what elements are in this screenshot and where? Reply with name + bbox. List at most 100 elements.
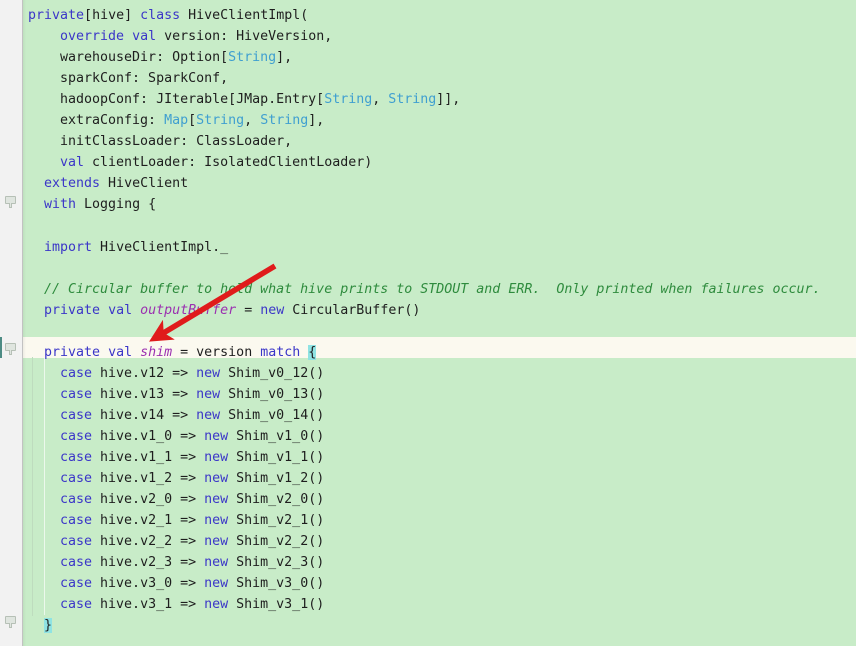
code-token: hive.v1_2 => bbox=[92, 471, 205, 486]
code-token: extends bbox=[44, 176, 101, 191]
code-token: shim bbox=[140, 345, 173, 360]
code-token: version: HiveVersion, bbox=[156, 29, 333, 44]
text-caret bbox=[0, 337, 2, 358]
code-line[interactable]: import HiveClientImpl._ bbox=[44, 237, 228, 258]
code-token: new bbox=[204, 576, 229, 591]
code-token: HiveClientImpl( bbox=[180, 8, 309, 23]
code-token: case bbox=[60, 555, 93, 570]
code-line[interactable]: case hive.v1_1 => new Shim_v1_1() bbox=[60, 447, 324, 468]
code-token: initClassLoader: ClassLoader, bbox=[60, 134, 293, 149]
code-token: hive.v2_0 => bbox=[92, 492, 205, 507]
fold-marker-shim-close[interactable] bbox=[5, 616, 17, 629]
code-token: Shim_v0_13() bbox=[220, 387, 325, 402]
code-token: hive.v2_3 => bbox=[92, 555, 205, 570]
fold-marker-shim-open[interactable] bbox=[5, 343, 17, 356]
fold-marker-with-logging[interactable] bbox=[5, 196, 17, 209]
code-token: hive.v2_1 => bbox=[92, 513, 205, 528]
code-token: private bbox=[44, 303, 101, 318]
code-token: Shim_v2_2() bbox=[228, 534, 325, 549]
code-token: hive.v2_2 => bbox=[92, 534, 205, 549]
code-token: private bbox=[28, 8, 85, 23]
code-line[interactable]: case hive.v3_0 => new Shim_v3_0() bbox=[60, 573, 324, 594]
code-line[interactable]: private val shim = version match { bbox=[44, 342, 317, 363]
code-line[interactable]: case hive.v1_0 => new Shim_v1_0() bbox=[60, 426, 324, 447]
code-token: case bbox=[60, 387, 93, 402]
code-line[interactable]: override val version: HiveVersion, bbox=[60, 26, 332, 47]
code-token: new bbox=[196, 408, 221, 423]
code-token: case bbox=[60, 597, 93, 612]
code-token: hadoopConf: JIterable[JMap.Entry[ bbox=[60, 92, 325, 107]
code-line[interactable]: hadoopConf: JIterable[JMap.Entry[String,… bbox=[60, 89, 460, 110]
code-line[interactable]: case hive.v12 => new Shim_v0_12() bbox=[60, 363, 324, 384]
code-token: new bbox=[204, 555, 229, 570]
code-token: String bbox=[388, 92, 437, 107]
code-token: Shim_v1_0() bbox=[228, 429, 325, 444]
code-line[interactable]: with Logging { bbox=[44, 194, 156, 215]
code-token: Shim_v0_14() bbox=[220, 408, 325, 423]
code-editor[interactable]: private[hive] class HiveClientImpl(overr… bbox=[0, 0, 856, 646]
fold-tail-icon bbox=[9, 623, 12, 628]
code-token: = version bbox=[172, 345, 261, 360]
code-token: Shim_v0_12() bbox=[220, 366, 325, 381]
code-token: [ bbox=[84, 8, 93, 23]
code-token: case bbox=[60, 492, 93, 507]
code-token: case bbox=[60, 366, 93, 381]
code-token: // Circular buffer to hold what hive pri… bbox=[44, 282, 821, 297]
code-token: Shim_v1_2() bbox=[228, 471, 325, 486]
code-token: class bbox=[140, 8, 181, 23]
code-line[interactable]: case hive.v14 => new Shim_v0_14() bbox=[60, 405, 324, 426]
code-token: [ bbox=[188, 113, 197, 128]
code-line[interactable]: case hive.v13 => new Shim_v0_13() bbox=[60, 384, 324, 405]
code-line[interactable]: sparkConf: SparkConf, bbox=[60, 68, 228, 89]
code-token: match bbox=[260, 345, 301, 360]
code-token: new bbox=[204, 513, 229, 528]
code-line[interactable]: warehouseDir: Option[String], bbox=[60, 47, 292, 68]
code-token: case bbox=[60, 450, 93, 465]
code-token: ] bbox=[124, 8, 141, 23]
code-token: HiveClient bbox=[100, 176, 189, 191]
code-line[interactable]: extends HiveClient bbox=[44, 173, 188, 194]
code-token: new bbox=[260, 303, 285, 318]
code-token: case bbox=[60, 408, 93, 423]
code-token: Shim_v2_3() bbox=[228, 555, 325, 570]
code-line[interactable]: case hive.v2_2 => new Shim_v2_2() bbox=[60, 531, 324, 552]
code-line[interactable]: private[hive] class HiveClientImpl( bbox=[28, 5, 308, 26]
code-token: ], bbox=[276, 50, 293, 65]
code-token: Logging { bbox=[76, 197, 157, 212]
code-line[interactable]: } bbox=[44, 615, 53, 636]
code-token: new bbox=[196, 387, 221, 402]
code-line[interactable]: // Circular buffer to hold what hive pri… bbox=[44, 279, 821, 300]
code-text-area[interactable]: private[hive] class HiveClientImpl(overr… bbox=[0, 0, 856, 646]
code-token: new bbox=[204, 492, 229, 507]
code-token: case bbox=[60, 513, 93, 528]
code-line[interactable]: case hive.v3_1 => new Shim_v3_1() bbox=[60, 594, 324, 615]
code-token: String bbox=[260, 113, 309, 128]
code-token: String bbox=[228, 50, 277, 65]
code-line[interactable]: extraConfig: Map[String, String], bbox=[60, 110, 324, 131]
code-token: case bbox=[60, 429, 93, 444]
code-token: { bbox=[308, 345, 317, 360]
code-line[interactable]: case hive.v1_2 => new Shim_v1_2() bbox=[60, 468, 324, 489]
code-line[interactable]: case hive.v2_0 => new Shim_v2_0() bbox=[60, 489, 324, 510]
code-token: hive.v3_0 => bbox=[92, 576, 205, 591]
code-token: override bbox=[60, 29, 125, 44]
code-token: hive.v13 => bbox=[92, 387, 197, 402]
code-token: Shim_v2_0() bbox=[228, 492, 325, 507]
code-token: case bbox=[60, 471, 93, 486]
code-token: Shim_v2_1() bbox=[228, 513, 325, 528]
code-token: val bbox=[108, 303, 133, 318]
code-line[interactable]: private val outputBuffer = new CircularB… bbox=[44, 300, 420, 321]
code-line[interactable]: case hive.v2_3 => new Shim_v2_3() bbox=[60, 552, 324, 573]
fold-tail-icon bbox=[9, 350, 12, 355]
code-token: hive.v1_1 => bbox=[92, 450, 205, 465]
code-token: hive.v1_0 => bbox=[92, 429, 205, 444]
code-line[interactable]: initClassLoader: ClassLoader, bbox=[60, 131, 292, 152]
code-token: new bbox=[204, 534, 229, 549]
code-token: new bbox=[204, 597, 229, 612]
code-line[interactable]: case hive.v2_1 => new Shim_v2_1() bbox=[60, 510, 324, 531]
code-line[interactable]: val clientLoader: IsolatedClientLoader) bbox=[60, 152, 372, 173]
